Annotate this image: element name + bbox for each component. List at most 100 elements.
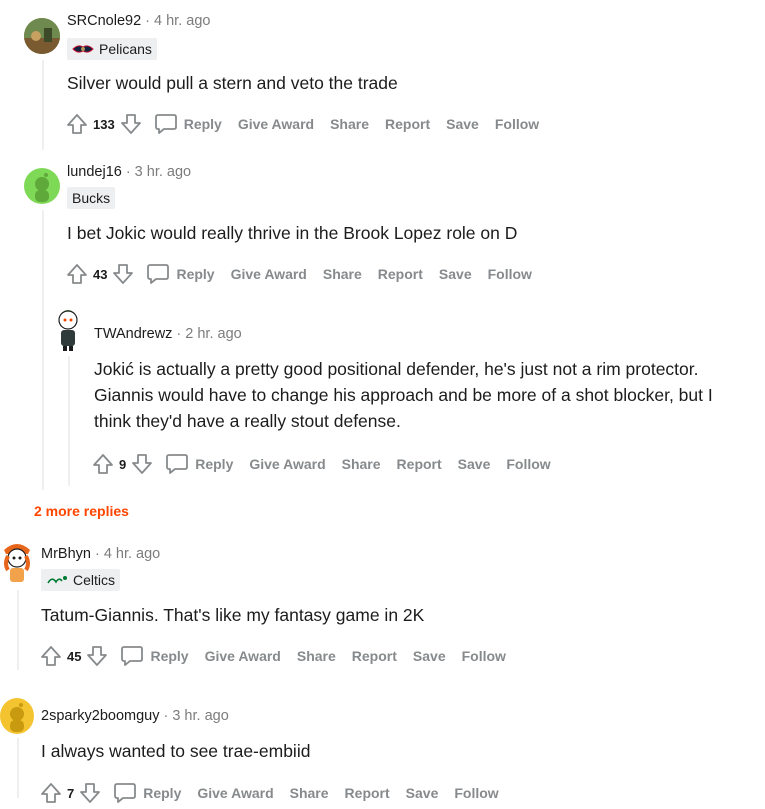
give-award-button[interactable]: Give Award [231,266,307,282]
comment-actions: 133 Reply Give Award Share Report Save F… [66,110,555,138]
thread-line[interactable] [42,210,44,490]
user-flair: Bucks [67,187,116,209]
comment-bubble-icon [154,114,177,134]
report-button[interactable]: Report [352,648,397,664]
thread-line[interactable] [68,356,70,486]
save-button[interactable]: Save [446,116,479,132]
reply-button[interactable]: Reply [120,645,189,667]
comment-meta: SRCnole92 · 4 hr. ago [67,13,211,29]
username[interactable]: TWAndrewz [94,326,172,342]
comment-body: Tatum-Giannis. That's like my fantasy ga… [41,605,425,625]
comment-meta: lundej16 · 3 hr. ago [67,164,192,180]
pelicans-logo-icon [72,45,94,53]
reply-button[interactable]: Reply [165,453,233,475]
username[interactable]: 2sparky2boomguy [41,708,160,724]
give-award-button[interactable]: Give Award [205,648,281,664]
follow-button[interactable]: Follow [454,785,498,801]
share-button[interactable]: Share [330,116,369,132]
user-flair: Celtics [41,569,121,591]
more-replies-link[interactable]: 2 more replies [34,503,129,519]
follow-button[interactable]: Follow [462,648,506,664]
vote-controls: 133 [66,113,142,135]
reply-label: Reply [183,116,222,132]
downvote-icon[interactable] [86,645,108,667]
thread-line[interactable] [17,590,19,670]
avatar[interactable] [0,698,34,734]
save-button[interactable]: Save [458,456,491,472]
report-button[interactable]: Report [385,116,430,132]
vote-score: 9 [119,456,127,472]
vote-controls: 45 [40,645,108,667]
comment-meta: TWAndrewz · 2 hr. ago [94,326,242,342]
upvote-icon[interactable] [40,645,62,667]
comment-body: I bet Jokic would really thrive in the B… [67,223,518,243]
reply-button[interactable]: Reply [146,263,215,285]
flair-label: Celtics [73,572,116,588]
save-button[interactable]: Save [439,266,472,282]
reply-label: Reply [195,456,234,472]
avatar[interactable] [24,18,60,54]
follow-button[interactable]: Follow [506,456,550,472]
share-button[interactable]: Share [290,785,329,801]
share-button[interactable]: Share [342,456,381,472]
comment-actions: 9 Reply Give Award Share Report Save Fol… [92,450,567,478]
timestamp[interactable]: 3 hr. ago [135,164,191,180]
comment-actions: 43 Reply Give Award Share Report Save Fo… [66,260,548,288]
vote-controls: 7 [40,782,101,804]
share-button[interactable]: Share [323,266,362,282]
report-button[interactable]: Report [397,456,442,472]
follow-button[interactable]: Follow [495,116,539,132]
avatar[interactable] [24,168,60,204]
comment-actions: 45 Reply Give Award Share Report Save Fo… [40,642,522,670]
avatar[interactable] [50,306,86,352]
vote-controls: 43 [66,263,134,285]
snoo-avatar-icon [58,310,78,351]
share-button[interactable]: Share [297,648,336,664]
follow-button[interactable]: Follow [488,266,532,282]
username[interactable]: SRCnole92 [67,13,141,29]
flair-label: Bucks [72,190,111,206]
comment-bubble-icon [114,783,137,803]
upvote-icon[interactable] [92,453,114,475]
upvote-icon[interactable] [40,782,62,804]
downvote-icon[interactable] [120,113,142,135]
flair-label: Pelicans [99,41,152,57]
timestamp[interactable]: 3 hr. ago [172,708,228,724]
avatar-image-icon [24,18,60,54]
comment-body: I always wanted to see trae-embiid [41,741,311,761]
give-award-button[interactable]: Give Award [249,456,325,472]
vote-score: 133 [93,116,115,132]
thread-line[interactable] [17,738,19,798]
upvote-icon[interactable] [66,113,88,135]
downvote-icon[interactable] [79,782,101,804]
report-button[interactable]: Report [378,266,423,282]
vote-score: 45 [67,648,82,664]
timestamp[interactable]: 4 hr. ago [154,13,210,29]
give-award-button[interactable]: Give Award [238,116,314,132]
downvote-icon[interactable] [112,263,134,285]
save-button[interactable]: Save [413,648,446,664]
comment-meta: 2sparky2boomguy · 3 hr. ago [41,708,229,724]
give-award-button[interactable]: Give Award [197,785,273,801]
comment-body: Silver would pull a stern and veto the t… [67,73,398,93]
avatar[interactable] [0,540,34,586]
comment-bubble-icon [121,646,144,666]
timestamp[interactable]: 4 hr. ago [104,546,160,562]
report-button[interactable]: Report [345,785,390,801]
vote-score: 7 [67,785,75,801]
comment-actions: 7 Reply Give Award Share Report Save Fol… [40,779,515,807]
save-button[interactable]: Save [406,785,439,801]
thread-line[interactable] [42,60,44,150]
reply-label: Reply [176,266,215,282]
reply-button[interactable]: Reply [154,113,222,135]
comment-bubble-icon [166,454,189,474]
username[interactable]: MrBhyn [41,546,91,562]
comment-bubble-icon [147,264,170,284]
downvote-icon[interactable] [131,453,153,475]
reply-button[interactable]: Reply [113,782,181,804]
vote-controls: 9 [92,453,153,475]
snoo-avatar-icon [4,544,30,582]
timestamp[interactable]: 2 hr. ago [185,326,241,342]
username[interactable]: lundej16 [67,164,122,180]
upvote-icon[interactable] [66,263,88,285]
